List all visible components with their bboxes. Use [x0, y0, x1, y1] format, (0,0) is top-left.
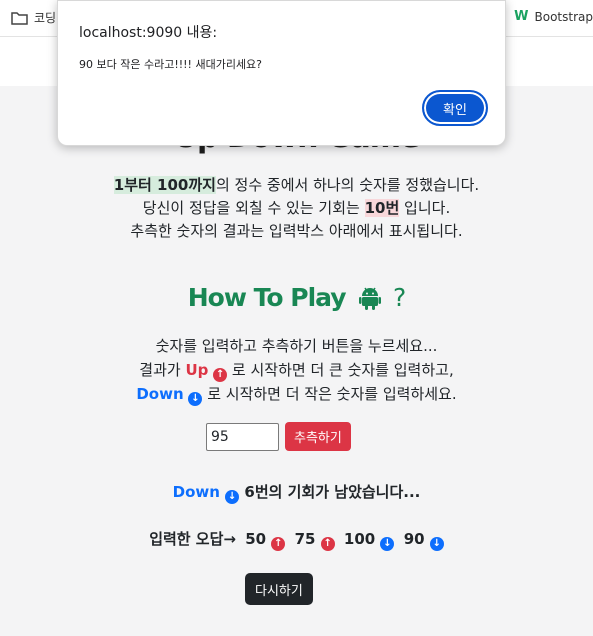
how-to-play-title: How To Play	[187, 283, 347, 312]
main-content: Up Down Game 1부터 100까지의 정수 중에서 하나의 숫자를 정…	[0, 86, 593, 636]
guess-form: 추측하기	[206, 422, 351, 451]
chances-highlight: 10번	[364, 199, 400, 217]
bootstrap-logo-icon: W	[514, 9, 529, 24]
wrong-answer-value: 90	[403, 530, 425, 548]
wrong-answers: 입력한 오답→ 50 ↑ 75 ↑ 100 ↓ 90 ↓	[0, 528, 593, 551]
wrong-answer-value: 50	[245, 530, 267, 548]
intro-text: 1부터 100까지의 정수 중에서 하나의 숫자를 정했습니다. 당신이 정답을…	[0, 174, 593, 243]
alert-dialog: localhost:9090 내용: 90 보다 작은 수라고!!!! 새대가리…	[57, 0, 506, 146]
range-highlight: 1부터 100까지	[113, 176, 216, 194]
arrow-down-circle-icon: ↓	[429, 537, 444, 551]
wrong-answer-value: 100	[343, 530, 376, 548]
intro-line1: 의 정수 중에서 하나의 숫자를 정했습니다.	[215, 176, 480, 194]
guess-input[interactable]	[206, 422, 279, 451]
rules-line3-post: 로 시작하면 더 작은 숫자를 입력하세요.	[202, 385, 457, 403]
guess-button[interactable]: 추측하기	[285, 422, 351, 451]
android-icon	[359, 286, 382, 316]
question-mark-icon: ?	[392, 283, 406, 312]
arrow-down-circle-icon: ↓	[225, 490, 240, 504]
rules-line1: 숫자를 입력하고 추측하기 버튼을 누르세요...	[155, 337, 438, 355]
result-direction: Down	[172, 483, 220, 501]
rules-line2-post: 로 시작하면 더 큰 숫자를 입력하고,	[227, 361, 454, 379]
arrow-down-circle-icon: ↓	[188, 392, 203, 406]
intro-line2-post: 입니다.	[399, 199, 451, 217]
folder-icon	[11, 11, 28, 25]
dialog-title: localhost:9090 내용:	[79, 25, 218, 41]
arrow-up-circle-icon: ↑	[271, 537, 286, 551]
intro-line3: 추측한 숫자의 결과는 입력박스 아래에서 표시됩니다.	[130, 222, 463, 240]
arrow-up-circle-icon: ↑	[213, 368, 228, 382]
intro-line2: 당신이 정답을 외칠 수 있는 기회는	[142, 199, 365, 217]
up-word: Up	[185, 361, 209, 379]
result-message: Down ↓ 6번의 기회가 남았습니다...	[0, 481, 593, 504]
restart-button[interactable]: 다시하기	[245, 573, 313, 605]
rules-text: 숫자를 입력하고 추측하기 버튼을 누르세요... 결과가 Up ↑ 로 시작하…	[0, 334, 593, 406]
dialog-message: 90 보다 작은 수라고!!!! 새대가리세요?	[79, 58, 263, 71]
wrong-answers-label: 입력한 오답→	[149, 530, 236, 548]
bookmark-bootstrap[interactable]: W Bootstrap	[514, 9, 593, 24]
bookmark-folder-label: 코딩	[34, 11, 57, 25]
down-word: Down	[136, 385, 184, 403]
rules-line2-pre: 결과가	[139, 361, 186, 379]
bookmark-bootstrap-label: Bootstrap	[534, 9, 593, 24]
arrow-up-circle-icon: ↑	[320, 537, 335, 551]
how-to-play-heading: How To Play ?	[0, 283, 593, 316]
wrong-answer-value: 75	[294, 530, 316, 548]
arrow-down-circle-icon: ↓	[380, 537, 395, 551]
result-text: 6번의 기회가 남았습니다...	[244, 483, 421, 501]
ok-button[interactable]: 확인	[422, 90, 488, 126]
bookmark-folder[interactable]: 코딩	[11, 9, 56, 26]
